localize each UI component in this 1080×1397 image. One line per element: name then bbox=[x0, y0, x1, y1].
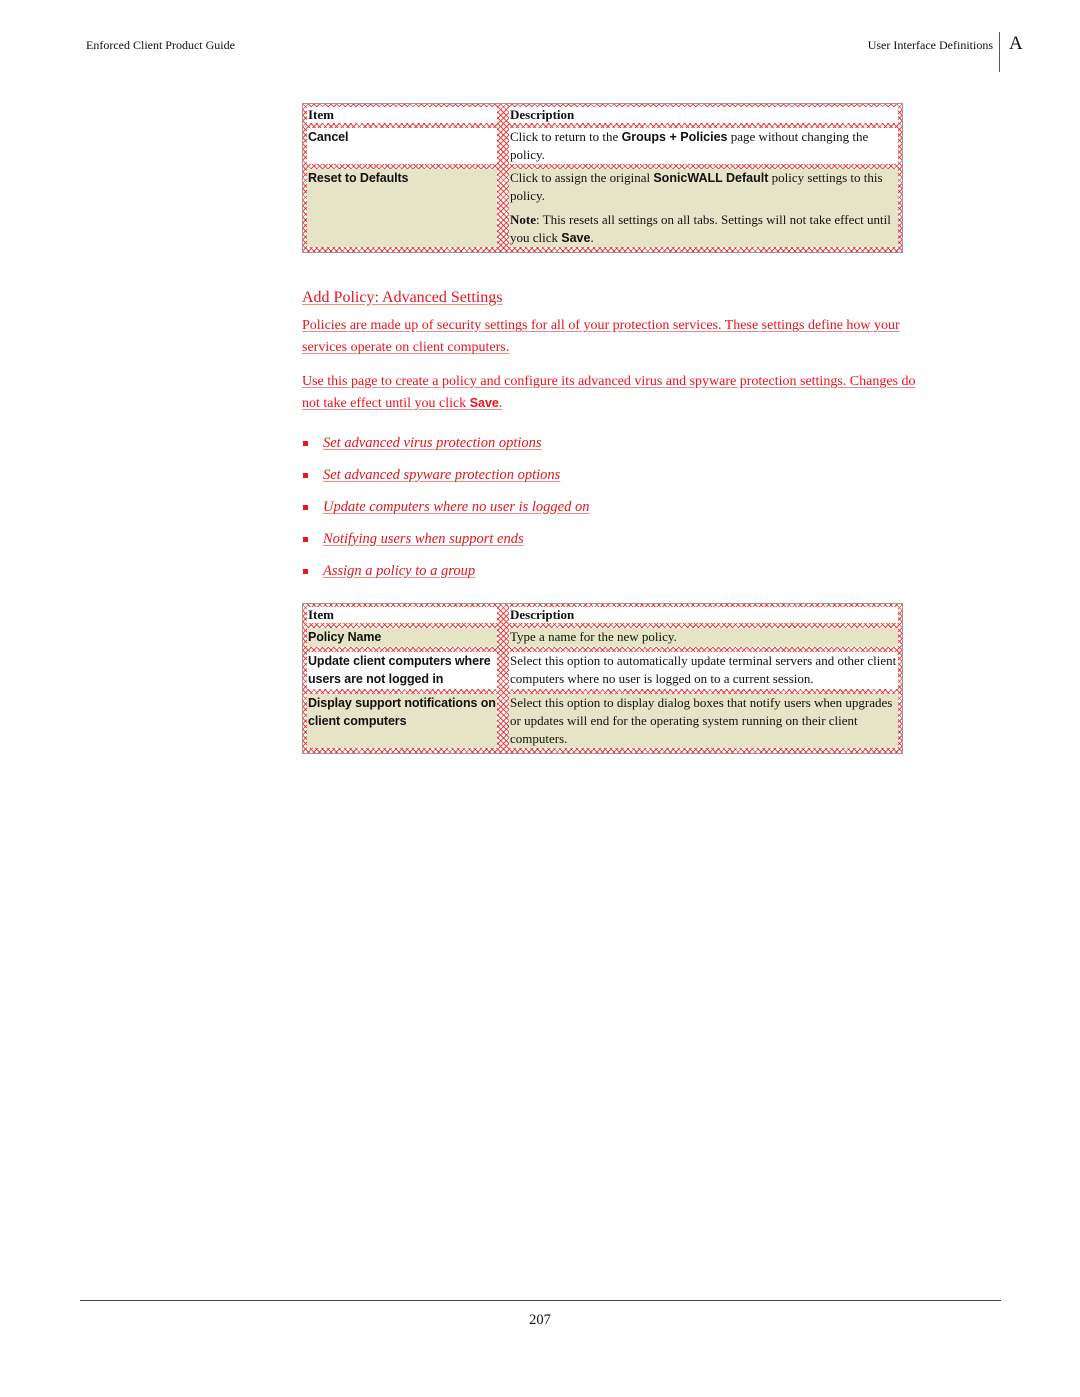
link-assign-policy-to-group[interactable]: Assign a policy to a group bbox=[323, 563, 475, 580]
appendix-letter: A bbox=[1009, 33, 1023, 54]
square-bullet-icon bbox=[303, 441, 308, 446]
usage-paragraph[interactable]: Use this page to create a policy and con… bbox=[302, 371, 922, 414]
header-divider bbox=[999, 32, 1000, 72]
intro-paragraph[interactable]: Policies are made up of security setting… bbox=[302, 315, 922, 358]
ui-term-save: Save bbox=[469, 395, 499, 410]
running-header-section-title: User Interface Definitions bbox=[867, 38, 993, 52]
column-header-description: Description bbox=[509, 107, 898, 123]
ui-term-groups-policies: Groups + Policies bbox=[621, 130, 728, 144]
item-update-client-computers: Update client computers where users are … bbox=[307, 651, 497, 689]
table-row: Policy Name Type a name for the new poli… bbox=[307, 628, 898, 647]
table-header-row: Item Description bbox=[307, 107, 898, 123]
item-description: Select this option to display dialog box… bbox=[509, 693, 898, 748]
list-item: Set advanced virus protection options bbox=[303, 427, 589, 459]
list-item: Update computers where no user is logged… bbox=[303, 491, 589, 523]
footer-divider bbox=[80, 1300, 1001, 1301]
ui-term-save: Save bbox=[561, 231, 591, 245]
link-update-computers-no-user[interactable]: Update computers where no user is logged… bbox=[323, 499, 589, 516]
ui-term-sonicwall-default: SonicWALL Default bbox=[653, 171, 769, 185]
item-description: Click to return to the Groups + Policies… bbox=[509, 128, 898, 164]
item-description: Type a name for the new policy. bbox=[509, 628, 898, 647]
square-bullet-icon bbox=[303, 569, 308, 574]
item-description: Click to assign the original SonicWALL D… bbox=[509, 169, 898, 247]
link-set-advanced-virus-protection[interactable]: Set advanced virus protection options bbox=[323, 435, 542, 452]
table-header-row: Item Description bbox=[307, 607, 898, 623]
text-segment: . bbox=[590, 230, 594, 245]
settings-definition-table: Item Description Policy Name Type a name… bbox=[302, 603, 903, 754]
page-number: 207 bbox=[529, 1312, 551, 1328]
section-heading[interactable]: Add Policy: Advanced Settings bbox=[302, 289, 502, 307]
text-segment: . bbox=[498, 395, 503, 411]
square-bullet-icon bbox=[303, 473, 308, 478]
task-link-list: Set advanced virus protection options Se… bbox=[303, 427, 589, 587]
list-item: Set advanced spyware protection options bbox=[303, 459, 589, 491]
square-bullet-icon bbox=[303, 537, 308, 542]
column-header-item: Item bbox=[307, 107, 497, 123]
buttons-definition-table: Item Description Cancel Click to return … bbox=[302, 103, 903, 253]
list-item: Assign a policy to a group bbox=[303, 555, 589, 587]
link-notifying-users-support-ends[interactable]: Notifying users when support ends bbox=[323, 531, 524, 548]
list-item: Notifying users when support ends bbox=[303, 523, 589, 555]
running-header-guide-title: Enforced Client Product Guide bbox=[86, 38, 235, 52]
item-policy-name: Policy Name bbox=[307, 628, 497, 647]
note: Note: This resets all settings on all ta… bbox=[510, 211, 898, 247]
item-reset-to-defaults: Reset to Defaults bbox=[307, 169, 497, 247]
table-row: Cancel Click to return to the Groups + P… bbox=[307, 128, 898, 164]
text-segment: Use this page to create a policy and con… bbox=[302, 374, 916, 411]
column-header-item: Item bbox=[307, 607, 497, 623]
note-label: Note bbox=[510, 212, 536, 227]
item-display-support-notifications: Display support notifications on client … bbox=[307, 693, 497, 748]
table-row: Reset to Defaults Click to assign the or… bbox=[307, 169, 898, 247]
text-segment: Click to return to the bbox=[510, 129, 622, 144]
square-bullet-icon bbox=[303, 505, 308, 510]
column-header-description: Description bbox=[509, 607, 898, 623]
table-row: Update client computers where users are … bbox=[307, 651, 898, 689]
item-cancel: Cancel bbox=[307, 128, 497, 164]
item-description: Select this option to automatically upda… bbox=[509, 651, 898, 689]
table-row: Display support notifications on client … bbox=[307, 693, 898, 748]
text-segment: Click to assign the original bbox=[510, 170, 654, 185]
link-set-advanced-spyware-protection[interactable]: Set advanced spyware protection options bbox=[323, 467, 560, 484]
